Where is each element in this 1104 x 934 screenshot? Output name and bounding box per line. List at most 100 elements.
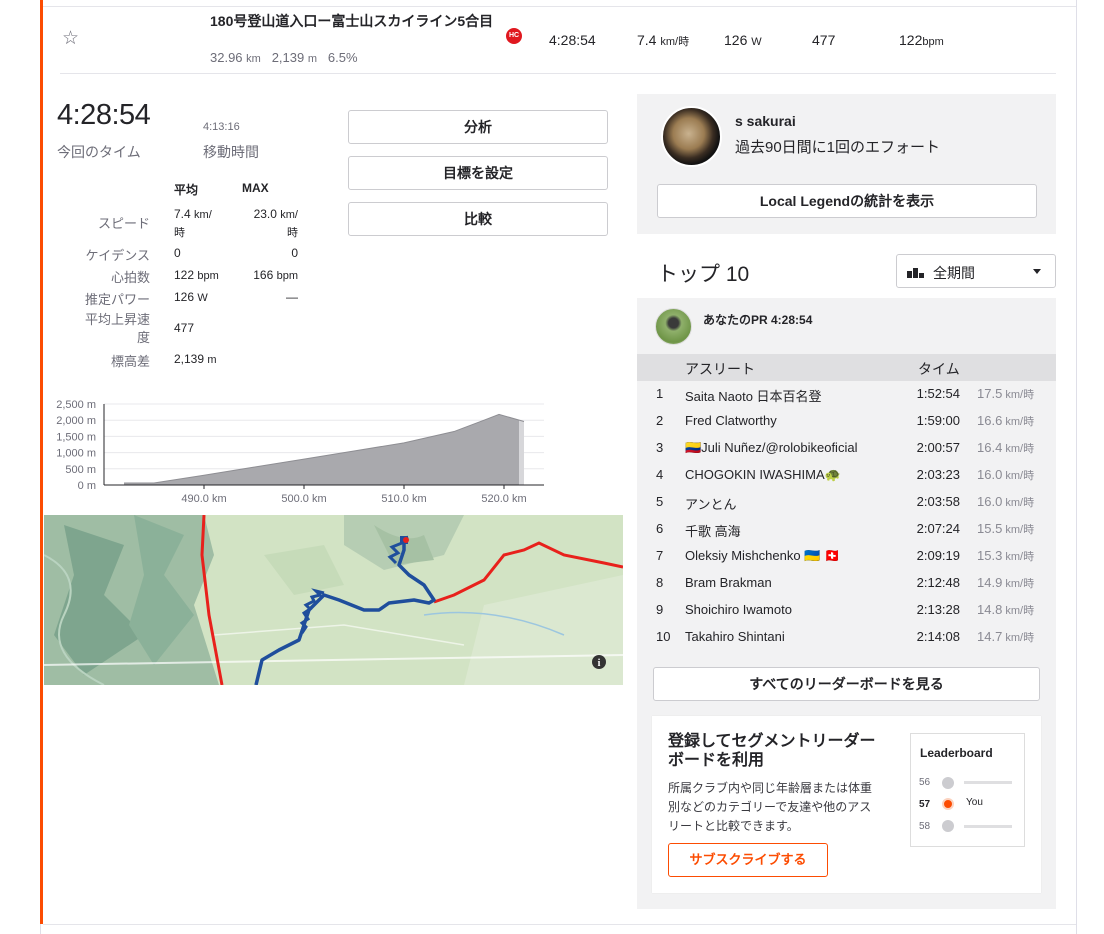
segment-meta: 32.96 km 2,139 m 6.5% xyxy=(210,50,358,65)
chevron-down-icon xyxy=(1033,269,1041,274)
stat-label-speed: スピード xyxy=(97,216,150,231)
mini-dot xyxy=(942,820,954,832)
x-tick-label: 510.0 km xyxy=(381,493,426,505)
stat-heartrate-max: 166 bpm xyxy=(253,268,298,282)
rank: 6 xyxy=(656,521,664,536)
effort-time: 2:03:23 xyxy=(916,467,960,482)
rank: 3 xyxy=(656,440,664,455)
local-legend-name[interactable]: s sakurai xyxy=(735,113,796,129)
effort-time: 2:13:28 xyxy=(916,602,960,617)
stats-header-avg: 平均 xyxy=(174,183,199,197)
frame-right-border xyxy=(1076,0,1077,934)
athlete-name[interactable]: Saita Naoto 日本百名登 xyxy=(685,386,822,405)
athlete-name[interactable]: 🇨🇴Juli Nuñez/@rolobikeoficial xyxy=(685,440,857,456)
effort-time: 1:52:54 xyxy=(916,386,960,401)
bottom-divider xyxy=(43,924,1076,925)
stat-label-elevation: 標高差 xyxy=(110,354,150,369)
stat-label-vam: 平均上昇速度 xyxy=(84,312,150,345)
period-selected: 全期間 xyxy=(933,265,975,281)
mini-dot-you xyxy=(942,798,954,810)
effort-speed: 14.8 km/時 xyxy=(977,602,1035,617)
analyze-button[interactable]: 分析 xyxy=(348,110,608,144)
rank: 10 xyxy=(656,629,671,644)
athlete-name[interactable]: 千歌 高海 xyxy=(685,521,741,540)
athlete-name[interactable]: Shoichiro Iwamoto xyxy=(685,602,792,617)
set-goal-button[interactable]: 目標を設定 xyxy=(348,156,608,190)
selected-row-accent xyxy=(40,0,43,924)
promo-body: 所属クラブ内や同じ年齢層または体重別などのカテゴリーで友達や他のアスリートと比較… xyxy=(668,781,873,833)
elapsed-time: 4:28:54 xyxy=(57,99,151,131)
athlete-name[interactable]: CHOGOKIN IWASHIMA🐢 xyxy=(685,467,841,483)
stat-label-heartrate: 心拍数 xyxy=(110,270,150,285)
pr-avatar xyxy=(655,308,692,345)
y-tick-label: 0 m xyxy=(78,480,96,492)
svg-text:i: i xyxy=(598,658,601,669)
segment-grade: 6.5% xyxy=(327,50,358,65)
route-map[interactable]: i xyxy=(44,515,623,685)
effort-speed: 15.3 km/時 xyxy=(977,548,1035,563)
athlete-name[interactable]: Oleksiy Mishchenko 🇺🇦 🇨🇭 xyxy=(685,548,840,564)
map-canvas[interactable]: i xyxy=(44,515,623,685)
effort-speed: 16.6 km/時 xyxy=(977,413,1035,428)
stat-elevation-avg: 2,139 m xyxy=(174,352,217,366)
athlete-name[interactable]: Fred Clatworthy xyxy=(685,413,777,428)
effort-speed: 14.7 km/時 xyxy=(977,629,1035,644)
y-tick-label: 500 m xyxy=(65,464,96,476)
effort-time: 2:09:19 xyxy=(916,548,960,563)
mini-rank: 56 xyxy=(919,777,931,788)
bar-chart-icon xyxy=(907,268,924,278)
stats-header-max: MAX xyxy=(242,181,269,195)
moving-label: 移動時間 xyxy=(203,144,259,160)
col-time: タイム xyxy=(918,361,960,377)
rank: 8 xyxy=(656,575,664,590)
stat-label-power: 推定パワー xyxy=(84,292,150,307)
segment-speed: 7.4 km/時 xyxy=(637,32,690,48)
rank: 2 xyxy=(656,413,664,428)
elevation-profile-segment xyxy=(124,414,519,485)
promo-title: 登録してセグメントリーダーボードを利用 xyxy=(668,733,876,769)
compare-button[interactable]: 比較 xyxy=(348,202,608,236)
mini-rank: 58 xyxy=(919,821,931,832)
stat-power-max: — xyxy=(286,290,298,304)
local-legend-subtitle: 過去90日間に1回のエフォート xyxy=(735,139,941,156)
mini-bar xyxy=(964,781,1012,784)
segment-power: 126 W xyxy=(724,32,762,48)
mini-rank: 57 xyxy=(919,799,931,810)
top-divider xyxy=(43,0,1076,7)
x-tick-label: 490.0 km xyxy=(181,493,226,505)
mini-bar xyxy=(964,825,1012,828)
athlete-name[interactable]: アンとん xyxy=(685,494,736,513)
effort-time: 2:14:08 xyxy=(916,629,960,644)
rank: 1 xyxy=(656,386,664,401)
segment-time: 4:28:54 xyxy=(549,32,596,48)
stat-vam-avg: 477 xyxy=(174,321,195,335)
athlete-name[interactable]: Bram Brakman xyxy=(685,575,772,590)
mini-you-label: You xyxy=(966,797,983,808)
stat-label-cadence: ケイデンス xyxy=(85,248,150,263)
personal-record-label: あなたのPR 4:28:54 xyxy=(703,313,813,327)
rank: 9 xyxy=(656,602,664,617)
athlete-name[interactable]: Takahiro Shintani xyxy=(685,629,785,644)
segment-distance: 32.96 xyxy=(210,50,243,65)
segment-name[interactable]: 180号登山道入口ー富士山スカイライン5合目 xyxy=(210,12,495,31)
mini-leaderboard-title: Leaderboard xyxy=(920,746,993,760)
row-divider xyxy=(60,73,1056,74)
stat-cadence-avg: 0 xyxy=(174,246,181,260)
y-tick-label: 1,000 m xyxy=(56,448,96,460)
local-legend-stats-button[interactable]: Local Legendの統計を表示 xyxy=(657,184,1037,218)
rank: 4 xyxy=(656,467,664,482)
elapsed-label: 今回のタイム xyxy=(57,144,141,160)
effort-time: 1:59:00 xyxy=(916,413,960,428)
period-dropdown[interactable]: 全期間 xyxy=(896,254,1056,288)
x-tick-label: 500.0 km xyxy=(281,493,326,505)
subscribe-button[interactable]: サブスクライブする xyxy=(668,843,828,877)
star-icon[interactable]: ☆ xyxy=(62,29,80,48)
elevation-chart[interactable]: 2,500 m 2,000 m 1,500 m 1,000 m 500 m 0 m 490.… xyxy=(44,395,554,507)
local-legend-avatar[interactable] xyxy=(661,106,722,167)
leaderboard-title: トップ 10 xyxy=(657,263,750,286)
mini-dot xyxy=(942,777,954,789)
moving-time: 4:13:16 xyxy=(203,121,240,133)
col-athlete: アスリート xyxy=(685,361,755,377)
effort-speed: 16.0 km/時 xyxy=(977,494,1035,509)
view-all-leaderboards-button[interactable]: すべてのリーダーボードを見る xyxy=(653,667,1040,701)
